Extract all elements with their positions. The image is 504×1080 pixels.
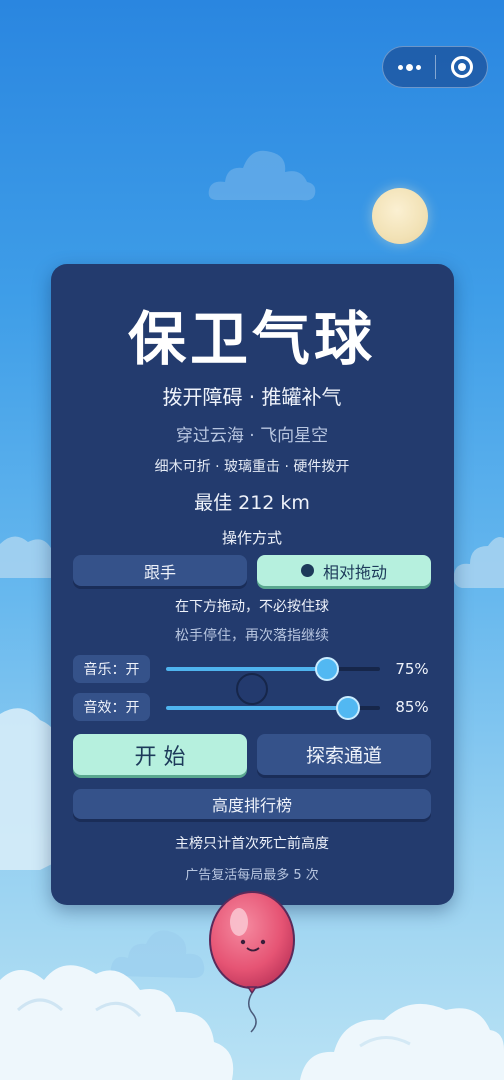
cloud-top bbox=[208, 150, 316, 201]
cloud-bottom-right bbox=[300, 1003, 504, 1080]
menu-capsule bbox=[382, 46, 488, 88]
game-title: 保卫气球 bbox=[127, 305, 376, 373]
control-mode-label: 操作方式 bbox=[221, 529, 282, 547]
dot-icon bbox=[415, 64, 421, 70]
radio-selected-icon bbox=[300, 564, 314, 577]
leaderboard-button[interactable]: 高度排行榜 bbox=[73, 789, 431, 819]
music-volume-slider[interactable] bbox=[166, 657, 380, 681]
sfx-volume-knob[interactable] bbox=[335, 696, 360, 720]
control-hint-primary: 在下方拖动，不必按住球 bbox=[175, 599, 329, 615]
leaderboard-note: 主榜只计首次死亡前高度 bbox=[175, 836, 329, 852]
revive-note: 广告复活每局最多 5 次 bbox=[185, 868, 319, 883]
dot-icon bbox=[405, 63, 413, 71]
cloud-bottom-left bbox=[0, 965, 234, 1080]
leaderboard-button-label: 高度排行榜 bbox=[211, 796, 292, 815]
music-toggle-label: 音乐：开 bbox=[83, 662, 140, 678]
control-hint-secondary: 松手停住，再次落指继续 bbox=[175, 628, 329, 644]
dot-icon bbox=[397, 64, 403, 70]
music-volume-fill bbox=[166, 667, 327, 671]
tagline-rules: 细木可折 · 玻璃重击 · 硬件拨开 bbox=[154, 459, 350, 475]
explore-button-label: 探索通道 bbox=[305, 745, 382, 767]
control-relative-drag-button[interactable]: 相对拖动 bbox=[257, 555, 431, 586]
start-button-label: 开 始 bbox=[134, 744, 186, 770]
tagline-secondary: 穿过云海 · 飞向星空 bbox=[175, 426, 329, 446]
sfx-toggle-label: 音效：开 bbox=[83, 700, 140, 716]
control-relative-drag-label: 相对拖动 bbox=[322, 562, 387, 582]
tagline-primary: 拨开障碍 · 推罐补气 bbox=[162, 385, 342, 409]
balloon-character[interactable] bbox=[205, 890, 301, 1035]
sfx-volume-value: 85% bbox=[395, 698, 429, 716]
sfx-volume-slider[interactable] bbox=[166, 696, 380, 720]
music-volume-knob[interactable] bbox=[314, 657, 339, 681]
music-toggle[interactable]: 音乐：开 bbox=[73, 655, 150, 683]
music-volume-value: 75% bbox=[395, 660, 429, 678]
explore-button[interactable]: 探索通道 bbox=[257, 734, 431, 775]
moon bbox=[372, 188, 428, 244]
start-button[interactable]: 开 始 bbox=[73, 734, 247, 775]
more-options-button[interactable] bbox=[383, 47, 435, 87]
close-app-button[interactable] bbox=[436, 47, 487, 87]
control-follow-button[interactable]: 跟手 bbox=[73, 555, 247, 586]
control-follow-label: 跟手 bbox=[143, 562, 176, 582]
best-score: 最佳 212 km bbox=[194, 492, 310, 514]
sfx-volume-fill bbox=[166, 706, 348, 710]
target-circle-icon bbox=[450, 56, 473, 78]
sfx-toggle[interactable]: 音效：开 bbox=[73, 693, 150, 721]
ghost-drag-marker bbox=[236, 673, 268, 705]
